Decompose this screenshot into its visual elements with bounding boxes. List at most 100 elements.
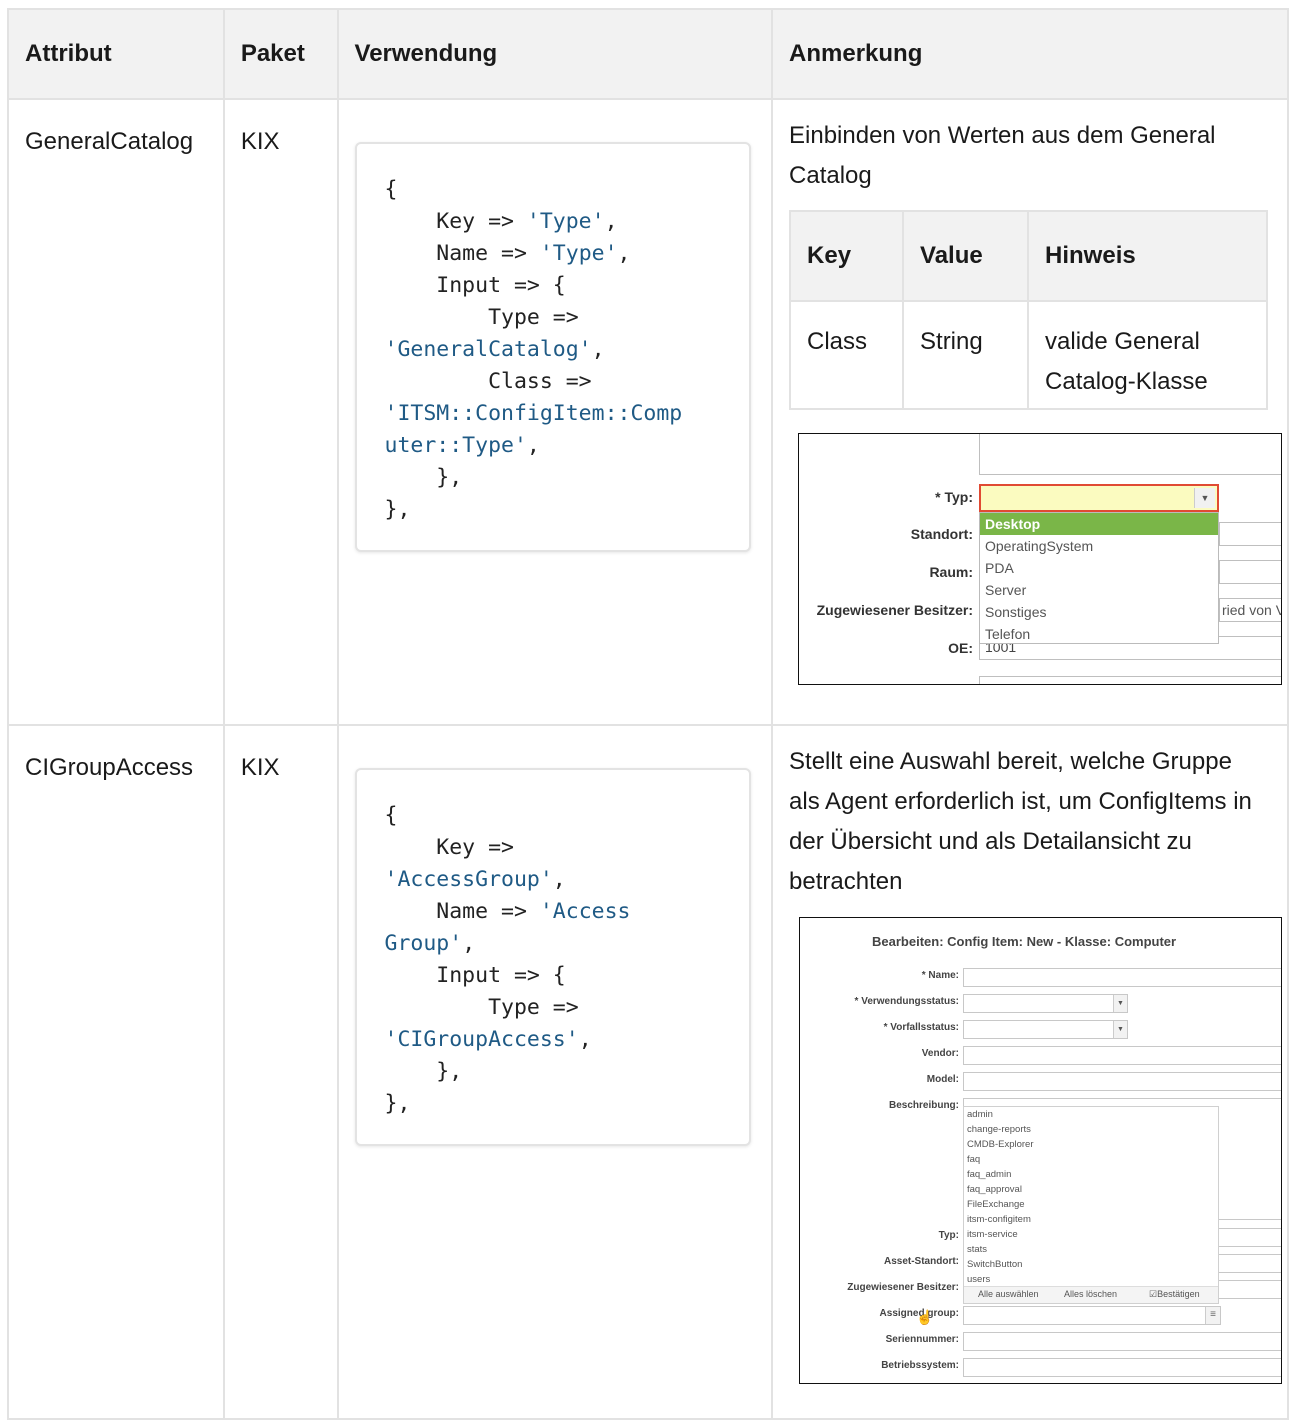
name-label: * Name: [921,970,959,981]
note-text: Stellt eine Auswahl bereit, welche Grupp… [789,748,1252,895]
code-token: , [526,433,540,458]
header-verwendung: Verwendung [336,8,774,100]
dropdown-option: Telefon [985,626,1031,642]
group-option: SwitchButton [967,1259,1023,1270]
chevron-down-icon: ▼ [1194,488,1215,508]
typ-dropdown: Desktop OperatingSystem PDA Server Sonst… [979,512,1219,644]
seriennummer-label: Seriennummer: [885,1334,959,1345]
header-key: Key [789,210,905,302]
code-block: { Key => 'AccessGroup', Name => 'Access … [354,768,751,1146]
parameter-row: Class String valide General Catalog-Klas… [789,300,1269,410]
code-token: { [384,177,398,202]
code-token: , [604,209,618,234]
dropdown-option: PDA [985,560,1014,576]
parameter-table: Key Value Hinweis Class String valide Ge… [789,210,1269,410]
code-token: , [578,1027,592,1052]
dropdown-option: Sonstiges [985,604,1047,620]
code-text: { Key => 'AccessGroup', Name => 'Access … [385,800,739,1120]
note-text: Einbinden von Werten aus dem General Cat… [789,122,1216,189]
general-catalog-screenshot: * Typ: ▼ Standort: Raum: Zugewiesener Be… [798,433,1282,685]
raum-field [1219,560,1281,584]
model-field [963,1072,1281,1091]
config-item-screenshot: Bearbeiten: Config Item: New - Klasse: C… [799,917,1282,1384]
verwendungsstatus-select: ▼ [963,994,1128,1013]
vorfallsstatus-select: ▼ [963,1020,1128,1039]
code-token: Type => [384,305,592,330]
group-option: itsm-configitem [967,1214,1031,1225]
seriennummer-field [963,1332,1281,1351]
verwendung-cell: { Key => 'Type', Name => 'Type', Input =… [336,98,774,726]
group-option: change-reports [967,1124,1031,1135]
param-value: String [902,300,1030,410]
code-text: { Key => 'Type', Name => 'Type', Input =… [385,174,739,526]
raum-label: Raum: [929,564,973,580]
code-token: Key => [384,209,527,234]
param-key: Class [789,300,905,410]
typ-label: Typ: [938,1230,959,1241]
param-hinweis: valide General Catalog-Klasse [1027,300,1269,410]
code-string: 'Access [539,899,631,924]
paket-name: KIX [240,128,280,155]
form-title: Bearbeiten: Config Item: New - Klasse: C… [872,934,1177,949]
code-string: 'CIGroupAccess' [384,1027,579,1052]
paket-name: KIX [240,754,280,781]
text-field [979,434,1281,475]
group-option: stats [967,1244,988,1255]
code-string: uter::Type' [384,433,527,458]
code-token: Input => { [384,273,566,298]
paket-cell: KIX [222,724,339,1420]
besitzer-field: ried von V [1219,598,1282,622]
confirm-action: ☑Bestätigen [1149,1289,1200,1299]
group-option: admin [967,1109,993,1120]
code-string: 'Type' [539,241,618,266]
attribut-cell: GeneralCatalog [7,98,225,726]
verwendung-cell: { Key => 'AccessGroup', Name => 'Access … [336,724,774,1420]
group-option: faq_admin [967,1169,1012,1180]
dropdown-option: OperatingSystem [985,538,1094,554]
oe-label: OE: [948,640,973,656]
code-token: }, [384,497,411,522]
group-option: faq_approval [967,1184,1022,1195]
code-token: }, [384,465,463,490]
besitzer-value: ried von V [1222,602,1282,618]
group-list-actions: Alle auswählen Alles löschen ☑Bestätigen [964,1286,1218,1303]
code-token: { [384,803,398,828]
name-field [963,968,1281,987]
code-string: 'Type' [526,209,605,234]
vendor-label: Vendor: [921,1048,959,1059]
group-option: users [967,1274,991,1285]
betriebssystem-label: Betriebssystem: [881,1360,959,1371]
header-paket: Paket [222,8,339,100]
code-token: }, [384,1059,463,1084]
asset-standort-label: Asset-Standort: [883,1256,959,1267]
group-list: admin change-reports CMDB-Explorer faq f… [963,1106,1219,1304]
group-option: itsm-service [967,1229,1018,1240]
typ-select: ▼ [979,484,1219,512]
vendor-field [963,1046,1281,1065]
standort-field [1219,522,1281,546]
chevron-down-icon: ▼ [1113,1021,1127,1038]
header-value: Value [902,210,1030,302]
dropdown-option: Desktop [980,513,1218,535]
chevron-down-icon: ▼ [1113,995,1127,1012]
attribut-name: CIGroupAccess [25,754,194,781]
code-token: Input => { [384,963,566,988]
attribut-name: GeneralCatalog [25,128,194,155]
select-all-action: Alle auswählen [978,1289,1039,1299]
code-token: , [617,241,631,266]
hand-cursor-icon: ☝ [916,1309,934,1325]
code-token: Type => [384,995,592,1020]
model-label: Model: [926,1074,959,1085]
besitzer-label: Zugewiesener Besitzer: [816,602,973,618]
code-token: , [591,337,605,362]
standort-label: Standort: [910,526,973,542]
dropdown-option: Server [985,582,1027,598]
group-option: faq [967,1154,981,1165]
code-token: Key => [384,835,527,860]
code-string: 'GeneralCatalog' [384,337,592,362]
group-option: CMDB-Explorer [967,1139,1034,1150]
code-string: Group' [384,931,463,956]
vorfallsstatus-label: * Vorfallsstatus: [883,1022,959,1033]
paket-cell: KIX [222,98,339,726]
assigned-group-field: ≡ [963,1306,1221,1325]
